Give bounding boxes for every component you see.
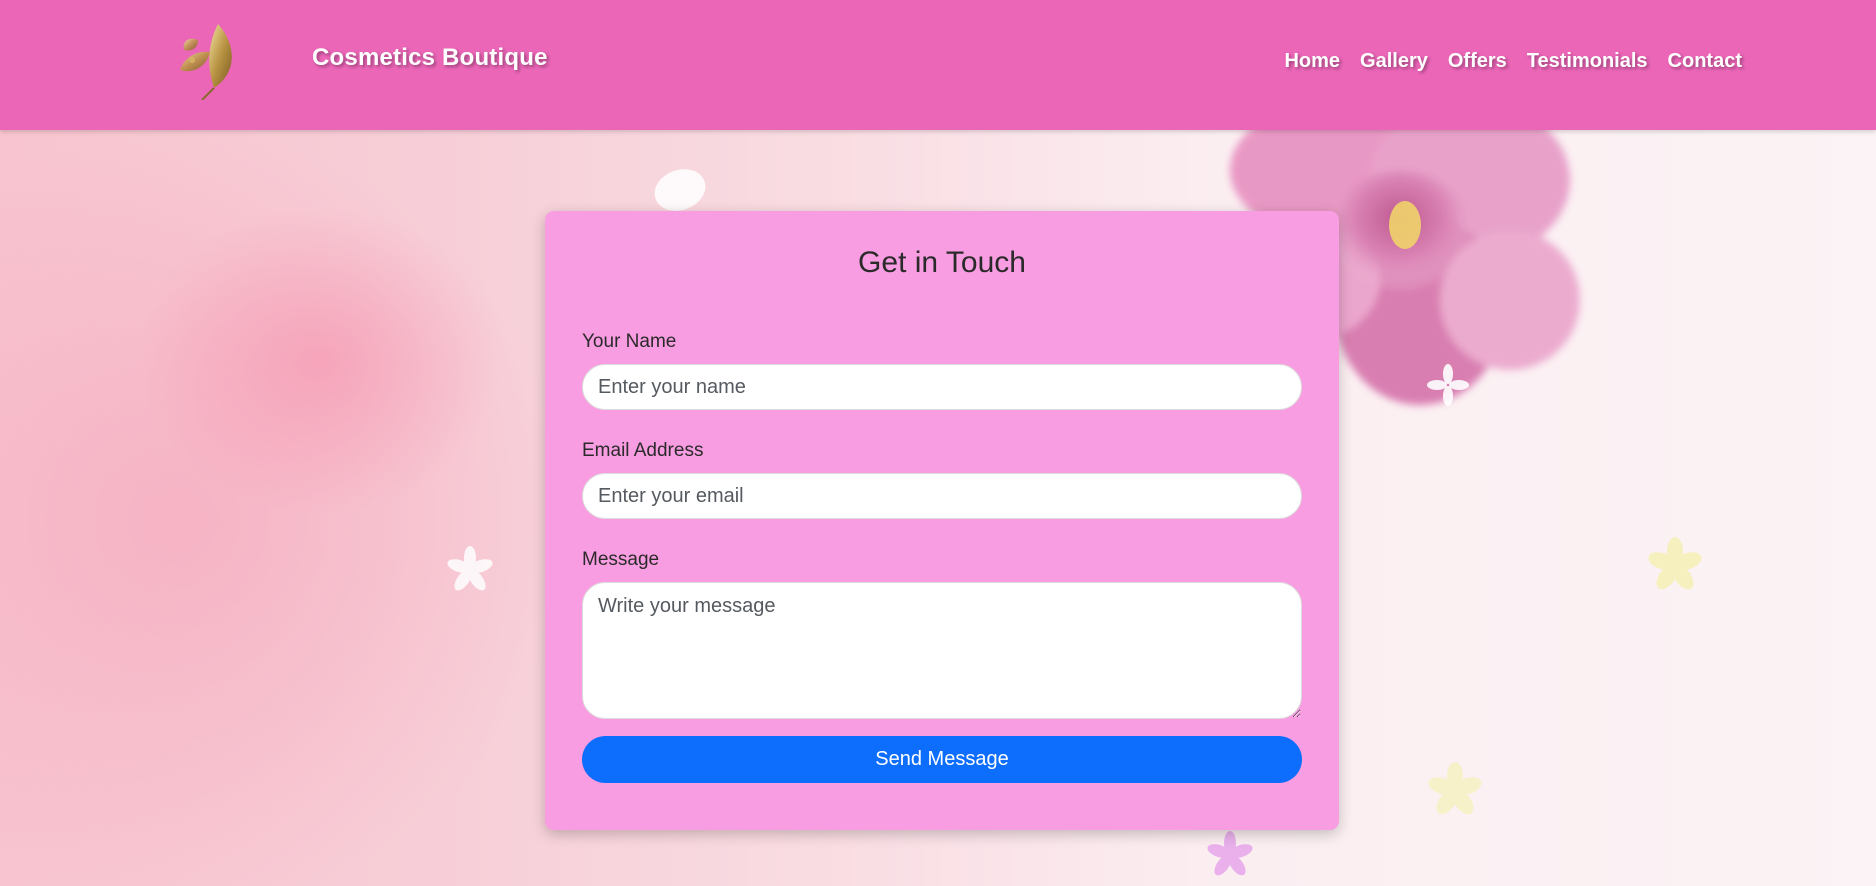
brand-name[interactable]: Cosmetics Boutique	[312, 44, 548, 72]
contact-form-title: Get in Touch	[858, 246, 1026, 279]
page: Cosmetics Boutique Home Gallery Offers T…	[0, 0, 1876, 886]
nav-testimonials-link[interactable]: Testimonials	[1527, 50, 1648, 73]
send-message-button[interactable]: Send Message	[582, 736, 1302, 783]
name-label: Your Name	[582, 331, 677, 352]
nav-contact-link[interactable]: Contact	[1668, 50, 1742, 73]
message-label: Message	[582, 549, 660, 570]
leaf-logo-icon[interactable]	[178, 22, 244, 100]
yellow-flower-decoration	[1428, 762, 1482, 815]
contact-form-card: Get in Touch Your Name Email Address Mes…	[545, 211, 1339, 830]
message-textarea[interactable]	[582, 582, 1302, 719]
email-input[interactable]	[582, 473, 1302, 519]
white-flower-decoration	[447, 546, 493, 591]
nav-gallery-link[interactable]: Gallery	[1360, 50, 1428, 73]
yellow-flower-decoration	[1648, 537, 1702, 590]
name-input[interactable]	[582, 364, 1302, 410]
lilac-flower-decoration	[1207, 831, 1253, 876]
nav-offers-link[interactable]: Offers	[1448, 50, 1507, 73]
main-nav: Home Gallery Offers Testimonials Contact	[1284, 50, 1742, 73]
nav-home-link[interactable]: Home	[1284, 50, 1340, 73]
site-header: Cosmetics Boutique Home Gallery Offers T…	[0, 0, 1876, 130]
email-label: Email Address	[582, 440, 704, 461]
